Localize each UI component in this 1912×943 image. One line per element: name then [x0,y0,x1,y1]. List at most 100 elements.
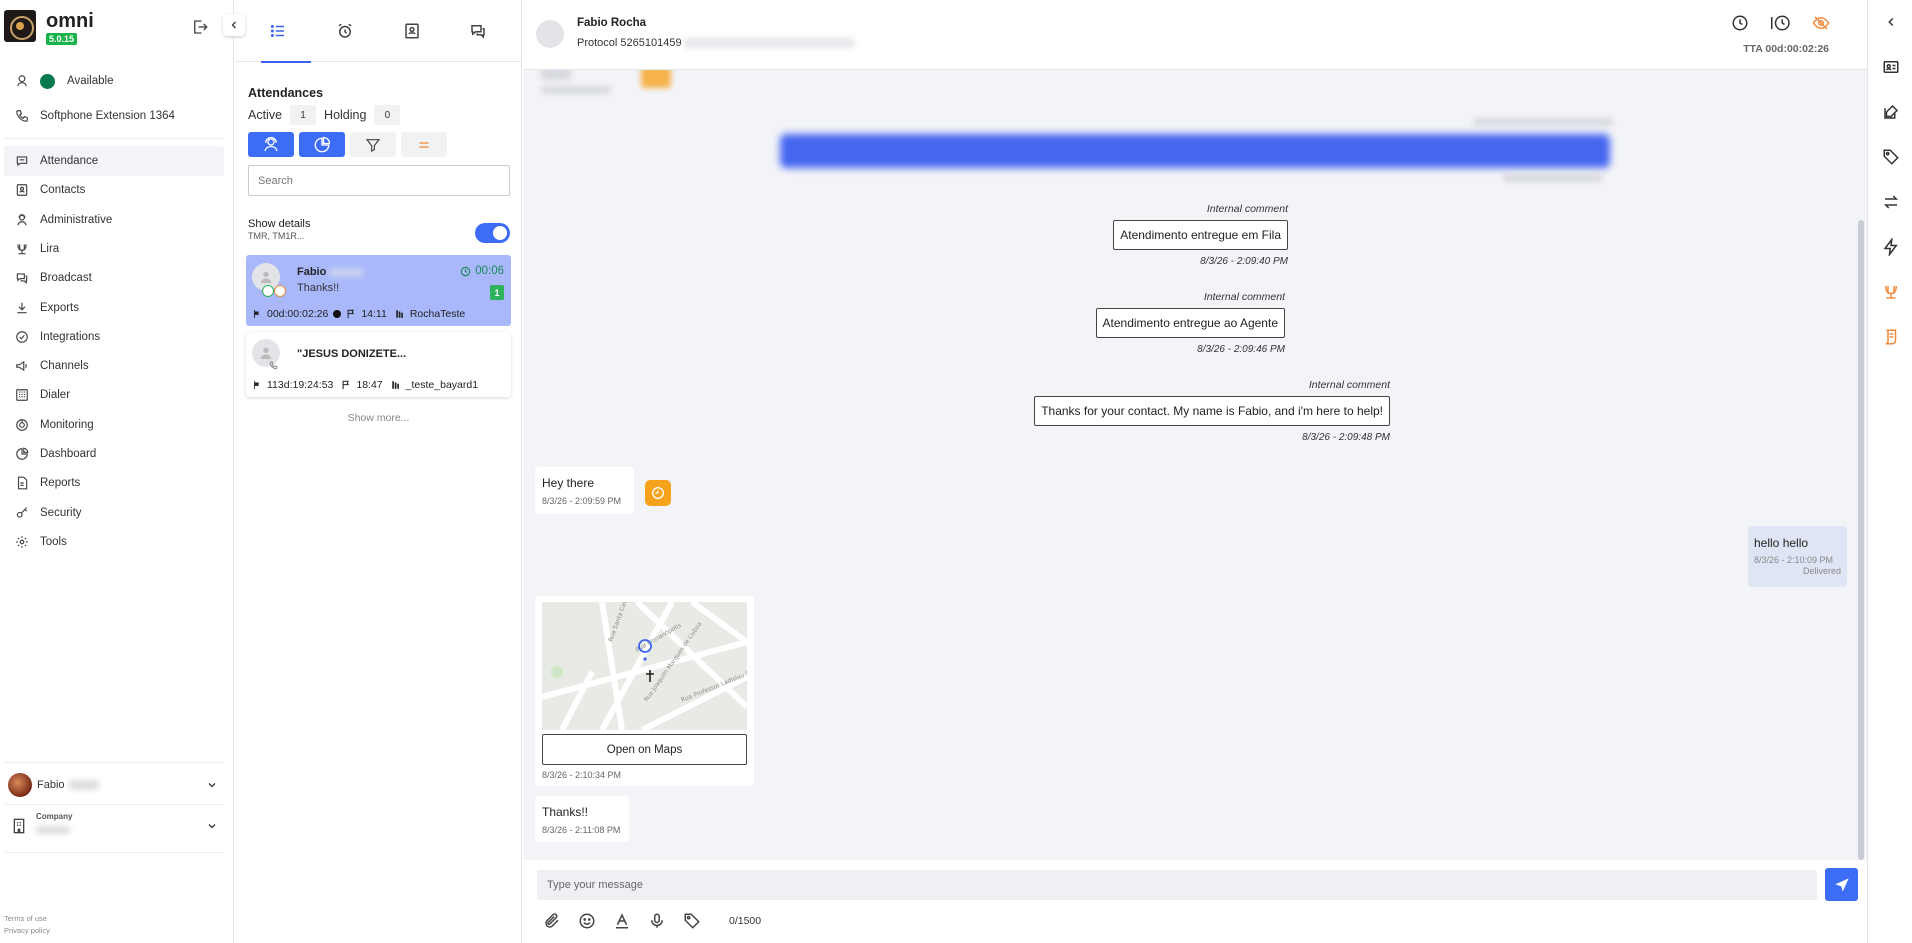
sidebar-item-label: Lira [40,243,60,255]
comment-text: Thanks for your contact. My name is Fabi… [1034,396,1390,426]
comment-time: 8/3/26 - 2:09:40 PM [1200,256,1288,267]
message-time: 8/3/26 - 2:09:59 PM [542,496,622,506]
card-queue: _teste_bayard1 [405,379,479,391]
show-details-row: Show details TMR, TM1R... [248,218,510,248]
script-icon[interactable] [1881,327,1901,347]
tag-icon[interactable] [683,912,701,930]
eye-off-icon[interactable] [1811,14,1831,32]
sidebar-item-lira[interactable]: Lira [4,234,224,264]
company-selector[interactable]: Company [4,810,224,842]
tab-contacts[interactable] [379,0,445,62]
edit-note-icon[interactable] [1881,102,1901,122]
sidebar-item-attendance[interactable]: Attendance [4,146,224,176]
chevron-down-icon [206,820,218,832]
bot-icon [645,480,671,506]
user-menu[interactable]: Fabio [4,772,224,798]
version-badge: 5.0.15 [46,33,78,45]
flag-icon [254,309,260,319]
header-actions [1731,14,1831,32]
search-input[interactable] [248,165,510,196]
chat-header: Fabio Rocha Protocol 5265101459 TTA 00d:… [523,0,1867,70]
equals-icon [419,141,429,148]
sidebar-item-broadcast[interactable]: Broadcast [4,263,224,293]
sidebar-item-reports[interactable]: Reports [4,468,224,498]
sort-button[interactable] [401,132,447,157]
sidebar-item-exports[interactable]: Exports [4,293,224,323]
message-input[interactable] [537,870,1817,900]
text-format-icon[interactable] [613,912,631,930]
contact-card-icon [405,23,419,39]
emoji-icon[interactable] [578,912,596,930]
flag-icon [254,380,260,390]
filter-my-attendances-button[interactable] [248,132,294,157]
sidebar-item-monitoring[interactable]: Monitoring [4,410,224,440]
sidebar-item-dialer[interactable]: Dialer [4,380,224,410]
contact-card-icon[interactable] [1881,57,1901,77]
collapse-sidebar-button[interactable] [223,14,245,36]
redacted-content [541,70,571,80]
sidebar-item-integrations[interactable]: Integrations [4,322,224,352]
tab-list[interactable] [245,0,311,63]
message-list[interactable]: Internal comment Atendimento entregue em… [523,70,1867,860]
attendance-card[interactable]: Fabio Thanks!! 00:06 1 00d:00:02:26 14:1… [246,255,511,326]
show-details-toggle[interactable] [475,223,510,243]
lastname-redacted [329,267,364,277]
send-button[interactable] [1825,868,1858,901]
footer-links: Terms of use Privacy policy [4,913,50,937]
open-on-maps-button[interactable]: Open on Maps [542,734,747,765]
chevron-left-icon[interactable] [1881,12,1901,32]
attendance-card[interactable]: "JESUS DONIZETE... 113d:19:24:53 18:47 _… [246,332,511,397]
megaphone-icon [14,358,30,374]
clock-icon[interactable] [1731,14,1749,32]
privacy-link[interactable]: Privacy policy [4,925,50,937]
report-icon [14,475,30,491]
tab-chats[interactable] [445,0,511,62]
sidebar-item-label: Exports [40,302,79,314]
lira-icon[interactable] [1881,282,1901,302]
contact-name[interactable]: Fabio Rocha [577,17,646,29]
broadcast-icon [14,270,30,286]
show-details-sub: TMR, TM1R... [248,231,305,241]
sidebar-item-contacts[interactable]: Contacts [4,175,224,205]
microphone-icon[interactable] [648,912,666,930]
sidebar-item-label: Broadcast [40,272,92,284]
tab-scheduled[interactable] [312,0,378,62]
char-count: 0/1500 [729,915,762,927]
card-meta: 00d:00:02:26 14:11 RochaTeste [252,308,465,320]
show-more-link[interactable]: Show more... [235,412,522,424]
softphone-item[interactable]: Softphone Extension 1364 [4,101,224,131]
sidebar-item-label: Channels [40,360,89,372]
delivery-status: Delivered [1802,566,1841,576]
filter-queue-button[interactable] [299,132,345,157]
integrations-icon [14,329,30,345]
download-icon [14,300,30,316]
tag-icon[interactable] [1881,147,1901,167]
protocol-number: Protocol 5265101459 [577,37,682,49]
lightning-icon[interactable] [1881,237,1901,257]
sidebar-item-tools[interactable]: Tools [4,527,224,557]
comment-text: Atendimento entregue ao Agente [1095,308,1285,338]
comment-time: 8/3/26 - 2:09:48 PM [1302,432,1390,443]
sidebar-item-channels[interactable]: Channels [4,351,224,381]
filter-button[interactable] [350,132,396,157]
logout-icon[interactable] [191,18,209,36]
dialer-icon [14,387,30,403]
map-preview[interactable]: Rua Santa Catarina Rua Florianópolis Rua… [542,602,747,730]
sidebar-item-label: Attendance [40,155,99,167]
list-icon [270,25,284,37]
scrollbar[interactable] [1858,220,1864,860]
outgoing-message: hello hello 8/3/26 - 2:10:09 PM Delivere… [1748,526,1847,587]
sidebar-item-security[interactable]: Security [4,498,224,528]
terms-link[interactable]: Terms of use [4,913,50,925]
sidebar-item-administrative[interactable]: Administrative [4,205,224,235]
contact-avatar[interactable] [536,20,564,48]
map-image: Rua Santa Catarina Rua Florianópolis Rua… [542,602,747,730]
comment-text: Atendimento entregue em Fila [1113,220,1288,250]
status-selector[interactable]: Available [4,66,224,96]
message-time: 8/3/26 - 2:10:09 PM [1754,555,1834,565]
paperclip-icon[interactable] [543,912,561,930]
redacted-content [641,70,671,88]
transfer-icon[interactable] [1881,192,1901,212]
sidebar-item-dashboard[interactable]: Dashboard [4,439,224,469]
history-icon[interactable] [1769,14,1791,32]
